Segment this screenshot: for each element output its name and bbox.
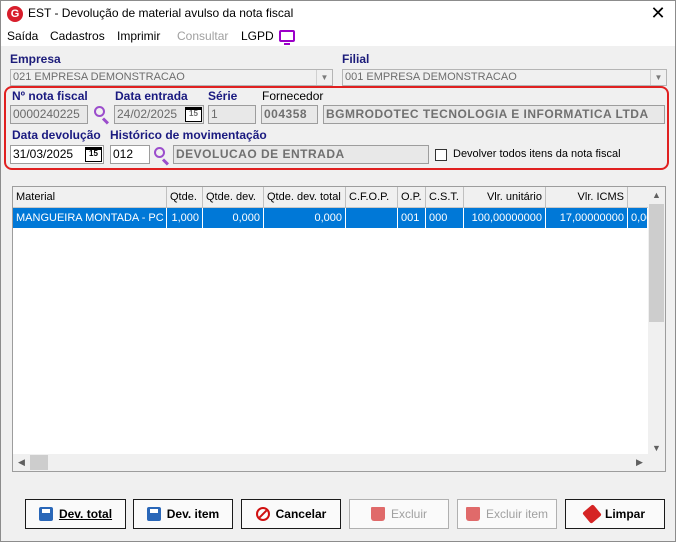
historico-desc: DEVOLUCAO DE ENTRADA: [173, 145, 429, 164]
close-icon[interactable]: ✕: [647, 3, 669, 23]
limpar-button[interactable]: Limpar: [565, 499, 665, 529]
dev-total-button[interactable]: Dev. total: [25, 499, 126, 529]
app-logo-icon: G: [7, 6, 23, 22]
excluir-item-button: Excluir item: [457, 499, 557, 529]
calendar-icon[interactable]: 15: [85, 147, 102, 162]
menu-cadastros[interactable]: Cadastros: [50, 29, 105, 43]
limpar-label: Limpar: [604, 507, 645, 521]
cancelar-label: Cancelar: [275, 507, 327, 521]
horizontal-scrollbar[interactable]: ◀ ▶: [13, 454, 665, 471]
data-devolucao-value: 31/03/2025: [13, 147, 74, 161]
data-devolucao-label: Data devolução: [12, 128, 101, 142]
cell-qtde-dev: 0,000: [203, 208, 264, 228]
col-qtde-dev-total[interactable]: Qtde. dev. total: [264, 187, 346, 208]
empresa-label: Empresa: [10, 52, 61, 66]
menu-lgpd[interactable]: LGPD: [241, 29, 274, 43]
excluir-item-label: Excluir item: [485, 507, 548, 521]
cell-v: 0,00: [628, 208, 648, 228]
col-qtde[interactable]: Qtde.: [167, 187, 203, 208]
save-icon: [38, 507, 53, 521]
monitor-icon[interactable]: [279, 30, 295, 45]
menu-saida[interactable]: Saída: [7, 29, 38, 43]
vertical-scrollbar[interactable]: ▲ ▼: [648, 187, 665, 457]
cell-vlr-unitario: 100,00000000: [464, 208, 546, 228]
excluir-label: Excluir: [390, 507, 427, 521]
data-entrada-input[interactable]: 24/02/2025 15: [114, 105, 204, 124]
fornecedor-label: Fornecedor: [262, 89, 324, 103]
cell-cfop: [346, 208, 398, 228]
serie-input[interactable]: 1: [208, 105, 256, 124]
historico-label: Histórico de movimentação: [110, 128, 267, 142]
filial-value: 001 EMPRESA DEMONSTRACAO: [345, 71, 517, 83]
title-bar: G EST - Devolução de material avulso da …: [1, 1, 675, 27]
table-row[interactable]: MANGUEIRA MONTADA - PC 1,000 0,000 0,000…: [13, 208, 648, 228]
historico-code-input[interactable]: 012: [110, 145, 150, 164]
cell-cst: 000: [426, 208, 464, 228]
col-vlr-unitario[interactable]: Vlr. unitário: [464, 187, 546, 208]
cell-qtde-dev-total: 0,000: [264, 208, 346, 228]
dev-total-label: Dev. total: [58, 507, 113, 521]
trash-icon: [465, 507, 480, 521]
search-icon[interactable]: [153, 146, 171, 166]
empresa-value: 021 EMPRESA DEMONSTRACAO: [13, 71, 185, 83]
nota-fiscal-input[interactable]: 0000240225: [10, 105, 88, 124]
filial-label: Filial: [342, 52, 370, 66]
devolver-todos-label: Devolver todos itens da nota fiscal: [453, 148, 621, 160]
search-icon[interactable]: [93, 105, 111, 125]
scroll-up-icon[interactable]: ▲: [648, 187, 665, 204]
chevron-down-icon[interactable]: ▼: [650, 70, 666, 85]
scroll-thumb[interactable]: [649, 204, 664, 322]
cell-material: MANGUEIRA MONTADA - PC: [13, 208, 167, 228]
items-table: Material Qtde. Qtde. dev. Qtde. dev. tot…: [12, 186, 666, 472]
col-material[interactable]: Material: [13, 187, 167, 208]
menu-imprimir[interactable]: Imprimir: [117, 29, 160, 43]
trash-icon: [370, 507, 385, 521]
cancelar-button[interactable]: Cancelar: [241, 499, 341, 529]
devolver-todos-checkbox[interactable]: [435, 149, 447, 161]
main-window: G EST - Devolução de material avulso da …: [0, 0, 676, 542]
chevron-down-icon[interactable]: ▼: [316, 70, 332, 85]
fornecedor-name: BGMRODOTEC TECNOLOGIA E INFORMATICA LTDA: [323, 105, 665, 124]
col-vlr-icms[interactable]: Vlr. ICMS: [546, 187, 628, 208]
scroll-thumb-h[interactable]: [30, 455, 48, 470]
cancel-icon: [255, 507, 270, 521]
table-header: Material Qtde. Qtde. dev. Qtde. dev. tot…: [13, 187, 665, 208]
nota-fiscal-label: Nº nota fiscal: [12, 89, 88, 103]
col-qtde-dev[interactable]: Qtde. dev.: [203, 187, 264, 208]
col-op[interactable]: O.P.: [398, 187, 426, 208]
data-entrada-label: Data entrada: [115, 89, 188, 103]
dev-item-label: Dev. item: [166, 507, 220, 521]
serie-label: Série: [208, 89, 238, 103]
scroll-right-icon[interactable]: ▶: [631, 454, 648, 471]
excluir-button: Excluir: [349, 499, 449, 529]
menu-consultar: Consultar: [177, 29, 229, 43]
filial-select[interactable]: 001 EMPRESA DEMONSTRACAO ▼: [342, 69, 667, 86]
cell-vlr-icms: 17,00000000: [546, 208, 628, 228]
data-devolucao-input[interactable]: 31/03/2025 15: [10, 145, 104, 164]
col-cst[interactable]: C.S.T.: [426, 187, 464, 208]
data-entrada-value: 24/02/2025: [117, 107, 178, 121]
save-icon: [146, 507, 161, 521]
menu-bar: Saída Cadastros Imprimir Consultar LGPD: [1, 27, 675, 47]
window-title: EST - Devolução de material avulso da no…: [28, 6, 294, 20]
eraser-icon: [582, 504, 602, 524]
dev-item-button[interactable]: Dev. item: [133, 499, 233, 529]
empresa-select[interactable]: 021 EMPRESA DEMONSTRACAO ▼: [10, 69, 333, 86]
cell-qtde: 1,000: [167, 208, 203, 228]
calendar-icon[interactable]: 15: [185, 107, 202, 122]
scroll-left-icon[interactable]: ◀: [13, 454, 30, 471]
fornecedor-code: 004358: [261, 105, 318, 124]
cell-op: 001: [398, 208, 426, 228]
col-cfop[interactable]: C.F.O.P.: [346, 187, 398, 208]
